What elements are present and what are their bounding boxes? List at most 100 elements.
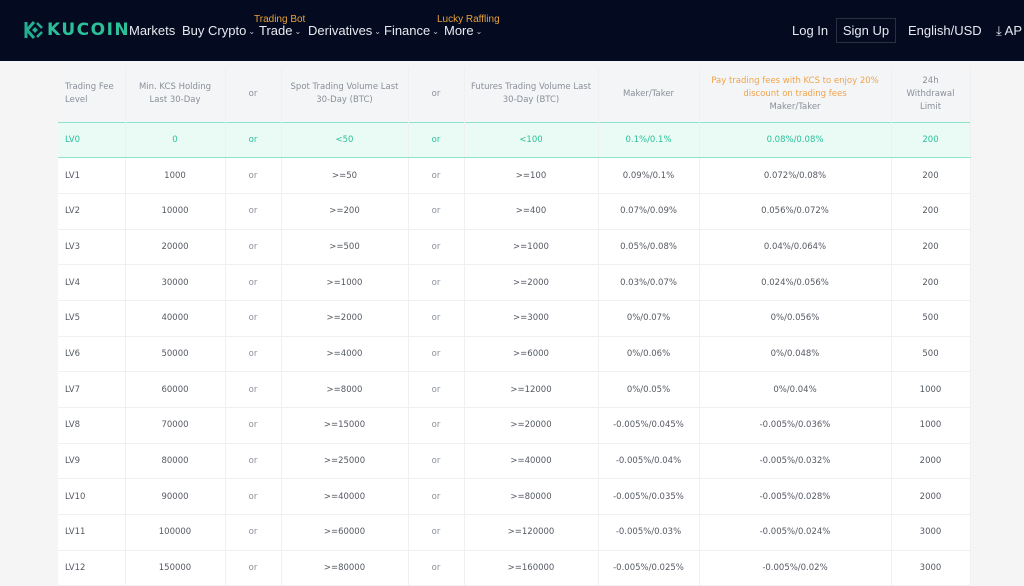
or-cell: or [225,229,282,266]
withdrawal-limit-cell: 3000 [891,514,971,551]
fee-level-table: Trading Fee Level Min. KCS Holding Last … [58,67,971,586]
nav-finance[interactable]: Finance ⌄ [384,23,439,38]
header-kcs-discount: Pay trading fees with KCS to enjoy 20% d… [699,67,892,122]
nav-buy-crypto-label: Buy Crypto [182,23,247,38]
kcs-maker-taker-cell: 0%/0.048% [699,336,892,373]
spot-volume-cell: >=2000 [281,300,409,337]
withdrawal-limit-cell: 3000 [891,550,971,586]
maker-taker-cell: 0.1%/0.1% [598,121,700,159]
kcs-maker-taker-cell: 0.04%/0.064% [699,229,892,266]
level-cell: LV3 [58,229,126,266]
maker-taker-cell: -0.005%/0.025% [598,550,700,586]
kcs-holding-cell: 0 [125,121,226,159]
kcs-maker-taker-cell: 0.08%/0.08% [699,121,892,159]
kcs-holding-cell: 80000 [125,443,226,480]
table-row: LV12 150000 or >=80000 or >=160000 -0.005%/0.0… [58,550,971,586]
table-row: LV10 90000 or >=40000 or >=80000 -0.005%/0.035… [58,478,971,516]
or-cell: or [408,300,465,337]
withdrawal-limit-cell: 2000 [891,478,971,516]
or-cell: or [408,264,465,301]
futures-volume-cell: >=80000 [464,478,599,516]
spot-volume-cell: >=4000 [281,336,409,373]
header-maker-taker: Maker/Taker [598,67,700,122]
level-cell: LV9 [58,443,126,480]
level-cell: LV12 [58,550,126,586]
login-link[interactable]: Log In [792,23,828,38]
chevron-down-icon: ⌄ [374,27,381,36]
or-cell: or [408,229,465,266]
level-cell: LV1 [58,157,126,194]
chevron-down-icon: ⌄ [294,27,302,36]
maker-taker-cell: -0.005%/0.04% [598,443,700,480]
spot-volume-cell: >=60000 [281,514,409,551]
nav-buy-crypto[interactable]: Buy Crypto ⌄ [182,23,255,38]
nav-more[interactable]: More ⌄ [444,23,482,38]
or-cell: or [408,336,465,373]
or-cell: or [225,550,282,586]
kcs-maker-taker-cell: -0.005%/0.032% [699,443,892,480]
withdrawal-limit-cell: 500 [891,336,971,373]
kcs-maker-taker-cell: -0.005%/0.024% [699,514,892,551]
header-or: or [225,67,282,122]
maker-taker-cell: 0.07%/0.09% [598,193,700,230]
or-cell: or [225,193,282,230]
table-row: LV5 40000 or >=2000 or >=3000 0%/0.07% 0%/0.056… [58,300,971,337]
header-spot-volume: Spot Trading Volume Last 30-Day (BTC) [281,67,409,122]
kcs-holding-cell: 150000 [125,550,226,586]
table-row: LV11 100000 or >=60000 or >=120000 -0.005%/0.0… [58,514,971,551]
maker-taker-cell: -0.005%/0.045% [598,407,700,444]
table-row: LV2 10000 or >=200 or >=400 0.07%/0.09% 0.056%/… [58,193,971,230]
spot-volume-cell: >=15000 [281,407,409,444]
maker-taker-cell: -0.005%/0.03% [598,514,700,551]
withdrawal-limit-cell: 1000 [891,407,971,444]
or-cell: or [225,514,282,551]
spot-volume-cell: <50 [281,121,409,159]
app-download-link[interactable]: ⤓ AP [996,23,1022,39]
maker-taker-cell: 0.05%/0.08% [598,229,700,266]
kcs-maker-taker-cell: -0.005%/0.036% [699,407,892,444]
futures-volume-cell: >=120000 [464,514,599,551]
or-cell: or [408,407,465,444]
or-cell: or [408,443,465,480]
kcs-holding-cell: 30000 [125,264,226,301]
header-futures-volume: Futures Trading Volume Last 30-Day (BTC) [464,67,599,122]
or-cell: or [225,407,282,444]
withdrawal-limit-cell: 1000 [891,371,971,408]
table-row: LV9 80000 or >=25000 or >=40000 -0.005%/0.04% -… [58,443,971,480]
spot-volume-cell: >=25000 [281,443,409,480]
language-currency-selector[interactable]: English/USD [908,23,982,38]
kcs-holding-cell: 1000 [125,157,226,194]
futures-volume-cell: >=3000 [464,300,599,337]
table-row: LV6 50000 or >=4000 or >=6000 0%/0.06% 0%/0.048… [58,336,971,373]
kcs-holding-cell: 70000 [125,407,226,444]
kcs-maker-taker-cell: 0%/0.04% [699,371,892,408]
or-cell: or [225,264,282,301]
spot-volume-cell: >=8000 [281,371,409,408]
top-navigation-bar: KUCOIN Markets Buy Crypto ⌄ Trading Bot T… [0,0,1024,61]
table-header-row: Trading Fee Level Min. KCS Holding Last … [58,67,971,122]
level-cell: LV7 [58,371,126,408]
or-cell: or [225,443,282,480]
spot-volume-cell: >=1000 [281,264,409,301]
table-row: LV3 20000 or >=500 or >=1000 0.05%/0.08% 0.04%/… [58,229,971,266]
header-level: Trading Fee Level [58,67,126,122]
nav-trade[interactable]: Trade ⌄ [259,23,301,38]
spot-volume-cell: >=40000 [281,478,409,516]
kcs-holding-cell: 10000 [125,193,226,230]
level-cell: LV11 [58,514,126,551]
level-cell: LV5 [58,300,126,337]
futures-volume-cell: >=400 [464,193,599,230]
nav-more-label: More [444,23,474,38]
or-cell: or [408,157,465,194]
kcs-discount-promo: Pay trading fees with KCS to enjoy 20% d… [711,75,879,99]
or-cell: or [408,121,465,159]
signup-button[interactable]: Sign Up [836,18,896,43]
spot-volume-cell: >=50 [281,157,409,194]
futures-volume-cell: >=6000 [464,336,599,373]
nav-derivatives[interactable]: Derivatives ⌄ [308,23,381,38]
kucoin-logo[interactable]: KUCOIN [23,20,130,40]
withdrawal-limit-cell: 200 [891,193,971,230]
futures-volume-cell: >=160000 [464,550,599,586]
kcs-holding-cell: 90000 [125,478,226,516]
nav-markets[interactable]: Markets [129,23,175,38]
